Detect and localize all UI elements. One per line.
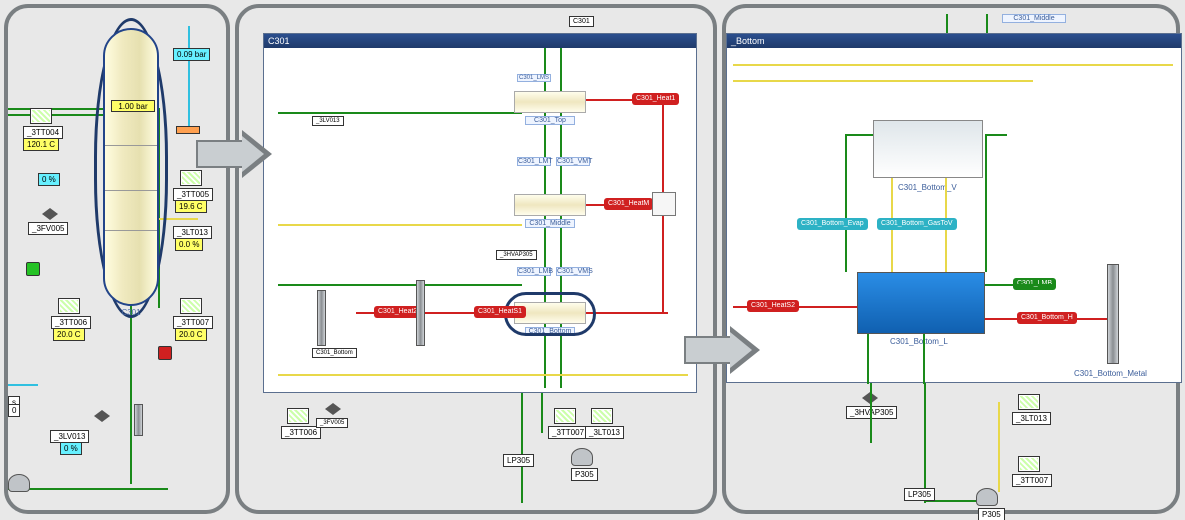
- section-middle-block[interactable]: [514, 194, 586, 216]
- titlebar-bottom: _Bottom: [727, 34, 1181, 48]
- tag-3fv005-p2[interactable]: _3FV005: [316, 418, 348, 428]
- water-label: C301_Bottom_L: [887, 336, 951, 347]
- valve-3fv005[interactable]: [42, 208, 58, 220]
- tag-3fv005[interactable]: _3FV005: [28, 222, 68, 235]
- blk-heats2[interactable]: C301_HeatS2: [747, 300, 799, 312]
- tag-3tt007-p2[interactable]: _3TT007: [548, 426, 588, 439]
- valve-3lv013[interactable]: [94, 410, 110, 422]
- cloud-label: C301_Bottom_V: [895, 182, 960, 193]
- tag-p305-p2: P305: [571, 468, 598, 481]
- instr-3tt006: [58, 298, 80, 314]
- level-bar: [134, 404, 143, 436]
- lbl-lms: C301_LMS: [517, 74, 551, 82]
- tag-lp305-p2[interactable]: LP305: [503, 454, 534, 467]
- metal-bar: [1107, 264, 1119, 364]
- pump-p305-p3[interactable]: [976, 488, 998, 506]
- chevron-1to2: [196, 130, 272, 178]
- instr-3tt007-p2: [554, 408, 576, 424]
- top-c301-chip: C301: [569, 16, 594, 27]
- lbl-vmt: C301_VMT: [556, 157, 590, 166]
- column-c301[interactable]: 1.00 bar: [103, 28, 159, 306]
- panel-3[interactable]: C301_Middle _Bottom C301_Bottom_V C301_B…: [722, 4, 1180, 514]
- val-3lt013: 0.0 %: [175, 238, 203, 251]
- valve-3fv005-p2[interactable]: [325, 403, 341, 415]
- middle-chip[interactable]: C301_Middle: [1002, 14, 1066, 23]
- val-3tt005: 19.6 C: [175, 200, 207, 213]
- water-bottom-l[interactable]: [857, 272, 985, 334]
- val-3tt004: 120.1 C: [23, 138, 59, 151]
- section-top-block[interactable]: [514, 91, 586, 113]
- tag-p305-p3: P305: [978, 508, 1005, 520]
- blk-heat1[interactable]: C301_Heat1: [632, 93, 679, 105]
- instr-3tt004: [30, 108, 52, 124]
- instr-3tt007: [180, 298, 202, 314]
- blk-bottom-h[interactable]: C301_Bottom_H: [1017, 312, 1077, 324]
- canvas-c301: C301 C301_Top C301_Middle C301_Bottom C3…: [263, 33, 697, 393]
- chevron-2to3: [684, 326, 760, 374]
- vbar-left-2: [416, 280, 425, 346]
- column-pressure: 1.00 bar: [111, 100, 155, 112]
- tag-3lv013-p2[interactable]: _3LV013: [312, 116, 344, 126]
- lbl-vms: C301_VMS: [556, 267, 590, 276]
- tag-lp305-p3[interactable]: LP305: [904, 488, 935, 501]
- blk-heatM[interactable]: C301_HeatM: [604, 198, 653, 210]
- titlebar-c301: C301: [264, 34, 696, 48]
- section-middle-label: C301_Middle: [525, 219, 575, 228]
- blk-heat2[interactable]: C301_Heat2: [374, 306, 421, 318]
- val-pct0: 0 %: [38, 173, 60, 186]
- lbl-lmb: C301_LMB: [517, 267, 551, 276]
- lbl-lmt: C301_LMT: [517, 157, 551, 166]
- cloud-bottom-v[interactable]: [873, 120, 983, 178]
- canvas-bottom: _Bottom C301_Bottom_V C301_Bottom_Evap C…: [726, 33, 1182, 383]
- instr-3tt006-p2: [287, 408, 309, 424]
- metal-label: C301_Bottom_Metal: [1071, 368, 1150, 379]
- instr-3lt013-p2: [591, 408, 613, 424]
- blk-heatS1[interactable]: C301_HeatS1: [474, 306, 526, 318]
- status-green-led: [26, 262, 40, 276]
- tag-slabel-bottom: C301_Bottom: [312, 348, 357, 358]
- instr-3lt013-p3: [1018, 394, 1040, 410]
- column-label: C301: [103, 308, 159, 317]
- val-3lv013: 0 %: [60, 442, 82, 455]
- val-3tt007: 20.0 C: [175, 328, 207, 341]
- pump-p305-p2[interactable]: [571, 448, 593, 466]
- vbar-left-1: [317, 290, 326, 346]
- tag-zero: 0: [8, 404, 20, 417]
- section-top-label: C301_Top: [525, 116, 575, 125]
- val-3tt006: 20.0 C: [53, 328, 85, 341]
- tag-3hvap305-inner[interactable]: _3HVAP305: [496, 250, 537, 260]
- pump-p305-1[interactable]: [8, 474, 30, 492]
- status-red-led: [158, 346, 172, 360]
- placeholder-image-box: [652, 192, 676, 216]
- blk-gastov[interactable]: C301_Bottom_GasToV: [877, 218, 957, 230]
- panel-1[interactable]: 1.00 bar C301 _3TT004 120.1 C 0 % _3FV00…: [4, 4, 230, 514]
- panel-2[interactable]: C301 C301_Top C301_Middle C301_Bottom C3…: [235, 4, 717, 514]
- val-topP: 0.09 bar: [173, 48, 210, 61]
- instr-3tt007-p3: [1018, 456, 1040, 472]
- stage: 1.00 bar C301 _3TT004 120.1 C 0 % _3FV00…: [0, 0, 1185, 520]
- tag-3lt013-p3[interactable]: _3LT013: [1012, 412, 1051, 425]
- tag-3tt007-p3[interactable]: _3TT007: [1012, 474, 1052, 487]
- blk-evap[interactable]: C301_Bottom_Evap: [797, 218, 868, 230]
- tag-3lt013-p2[interactable]: _3LT013: [585, 426, 624, 439]
